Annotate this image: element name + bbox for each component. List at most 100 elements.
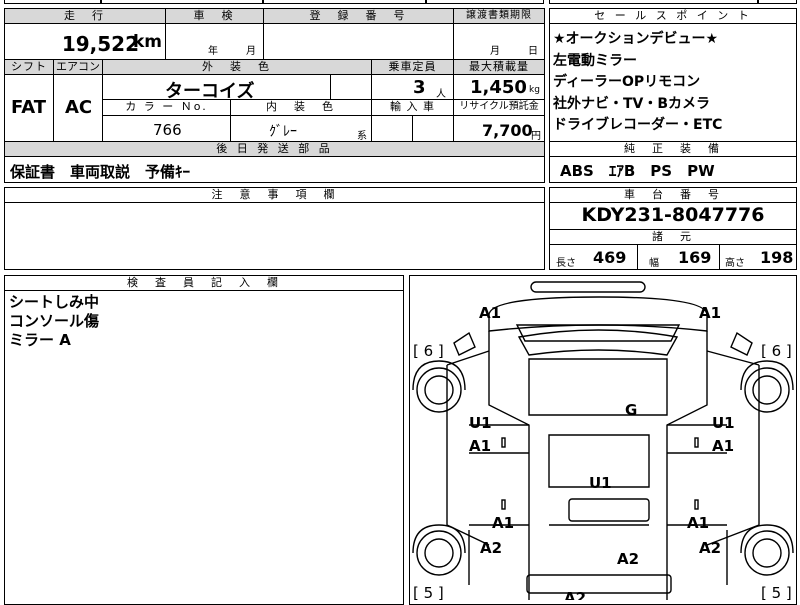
damage-a1-left-door: A1 [469,437,491,455]
sales-points-list: ★オークションデビュー★ 左電動ミラー ディーラーOPリモコン 社外ナビ・TV・… [553,29,793,137]
spec-length-value: 469 [593,248,627,267]
door-handle-rl [501,499,506,510]
transfer-day-label: 日 [528,46,538,57]
recycle-cell: 7,700 円 [453,115,545,142]
interior-color-cell: ｸﾞﾚｰ 系 [230,115,372,142]
wheel-front-left-hub [424,375,454,405]
mileage-unit: km [132,32,162,52]
spec-height-value: 198 [760,248,794,267]
header-chassis-number: 車 台 番 号 [549,187,797,203]
damage-u1-left: U1 [469,414,492,432]
header-import: 輸 入 車 [371,99,454,116]
registration-cell [263,23,454,60]
wheel-rear-right [744,530,790,576]
capacity-unit: 人 [436,89,446,100]
top-cropped-marks [425,0,427,3]
header-interior-color: 内 装 色 [230,99,372,116]
tire-depth-front-left: [ 6 ] [413,342,444,360]
top-cropped-marks [100,0,102,3]
color-no-value: 766 [153,121,182,139]
spec-height-cell: 高さ 198 [719,244,797,270]
damage-a1-front-right: A1 [699,304,721,322]
damage-g-roof: G [625,401,637,419]
top-right-cropped-strip [549,0,797,4]
header-recycle: リサイクル預託金 [453,99,545,116]
inspector-notes: シートしみ中 コンソール傷 ミラー A [9,293,99,350]
chassis-number-value: KDY231-8047776 [581,204,765,226]
spec-length-label: 長さ [556,258,576,269]
damage-a1-front-left: A1 [479,304,501,322]
spec-width-cell: 幅 169 [637,244,720,270]
wheel-front-left [416,367,462,413]
door-handle-fl [501,437,506,448]
interior-color-suffix: 系 [357,131,367,142]
capacity-cell: 3 人 [371,74,454,100]
max-load-cell: 1,450 kg [453,74,545,100]
header-specs: 諸 元 [549,229,797,245]
wheel-rear-right-hub [752,538,782,568]
tire-depth-rear-right: [ 5 ] [761,584,792,600]
import-cell-b [412,115,454,142]
wheel-rear-left-hub [424,538,454,568]
top-cropped-marks [262,0,264,3]
rear-bumper-shape [526,574,672,594]
header-inspection: 車 検 [165,8,264,24]
max-load-value: 1,450 [470,77,527,98]
door-handle-rr [694,499,699,510]
header-registration: 登 録 番 号 [263,8,454,24]
tire-depth-rear-left: [ 5 ] [413,584,444,600]
top-cropped-strip [4,0,544,4]
header-aircon: エアコン [53,59,103,75]
color-no-cell: 766 [102,115,231,142]
header-exterior-color: 外 装 色 [102,59,372,75]
inspector-line: コンソール傷 [9,312,100,330]
header-mileage: 走 行 [4,8,166,24]
interior-color-value: ｸﾞﾚｰ [269,124,297,140]
shift-cell: FAT [4,74,54,142]
damage-a2-right: A2 [699,539,721,557]
mirror-right-shape [730,331,753,356]
damage-a1-left-rear: A1 [492,514,514,532]
damage-a1-right-rear: A1 [687,514,709,532]
header-color-no: カ ラ ー Ｎo. [102,99,231,116]
header-notes: 注 意 事 項 欄 [4,187,545,203]
wheel-front-right-hub [752,375,782,405]
damage-a2-left: A2 [480,539,502,557]
door-handle-fr [694,437,699,448]
sales-point-line: ★オークションデビュー★ [553,31,719,47]
genuine-equipment-value: ABS ｴｱB PS PW [560,162,715,180]
tire-depth-front-right: [ 6 ] [761,342,792,360]
exterior-color-extra-cell [330,74,372,100]
windshield-outline [517,329,679,356]
spec-width-label: 幅 [649,258,659,269]
header-max-load: 最大積載量 [453,59,545,75]
top-cropped-marks [757,0,759,3]
inspection-month-label: 月 [246,46,256,57]
transfer-month-label: 月 [490,46,500,57]
header-accessories: 後 日 発 送 部 品 [4,141,545,157]
cabin-outline [488,331,708,600]
damage-a1-right-door: A1 [712,437,734,455]
header-sales-points: セ ー ル ス ポ イ ン ト [549,8,797,24]
accessories-cell: 保証書 車両取説 予備ｷｰ [4,156,545,183]
inspector-line: シートしみ中 [9,293,100,311]
car-condition-diagram: A1 A1 [ 6 ] [ 6 ] G U1 U1 A1 A1 U1 A1 A1… [412,281,794,600]
import-cell-a [371,115,413,142]
inspection-cell: 年 月 [165,23,264,60]
damage-a2-center: A2 [617,550,639,568]
sales-point-line: ディーラーOPリモコン [553,74,701,90]
front-bumper-shape [530,281,646,293]
sales-point-line: 社外ナビ・TV・Bカメラ [553,95,711,112]
recycle-unit: 円 [531,131,541,142]
header-transfer-deadline: 譲渡書類期限 [453,8,545,24]
damage-u1-right: U1 [712,414,735,432]
header-capacity: 乗車定員 [371,59,454,75]
recycle-value: 7,700 [482,121,533,140]
inspection-year-label: 年 [208,46,218,57]
mileage-cell: 19,522 km [4,23,166,60]
aircon-value: AC [65,97,93,118]
spec-width-value: 169 [678,248,712,267]
shift-value: FAT [11,97,47,118]
header-genuine-equipment: 純 正 装 備 [549,141,797,157]
capacity-value: 3 [413,77,426,98]
